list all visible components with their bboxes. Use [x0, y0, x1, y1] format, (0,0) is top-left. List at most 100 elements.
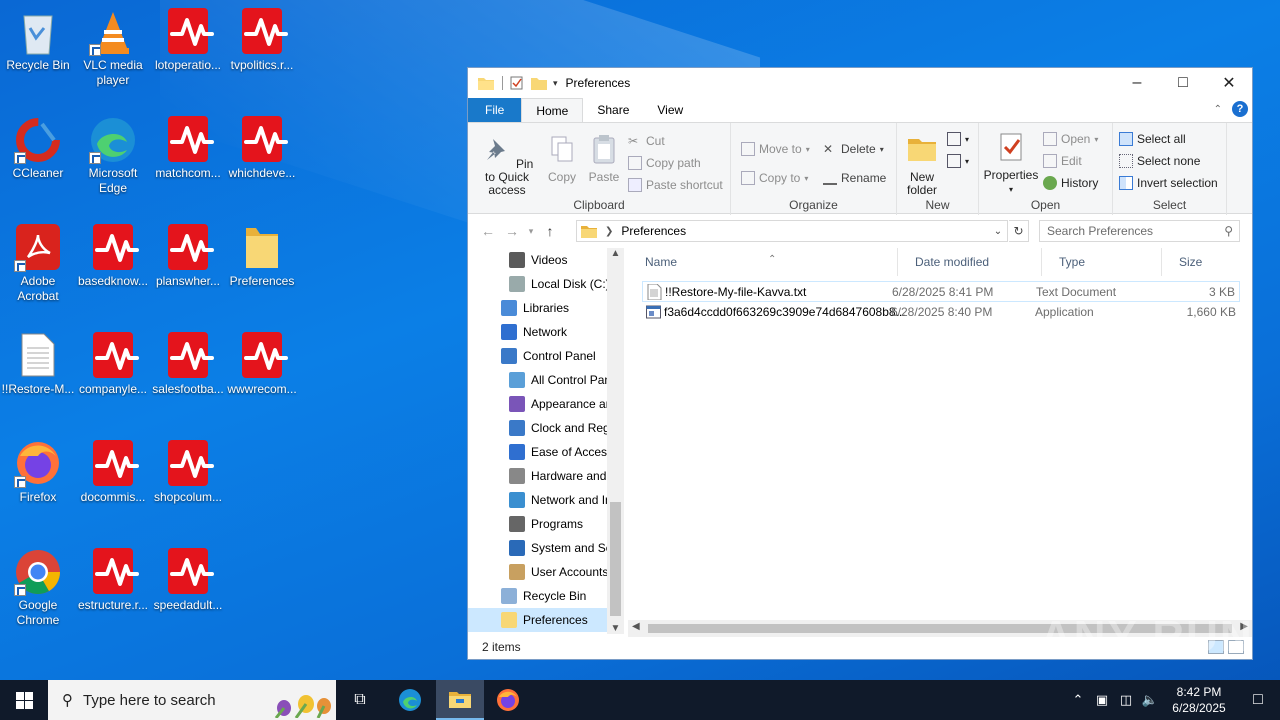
properties-check-icon[interactable]	[509, 76, 525, 90]
nav-item[interactable]: Network	[468, 320, 607, 344]
address-dropdown-icon[interactable]: ⌄	[989, 226, 1007, 237]
nav-item[interactable]: Control Panel	[468, 344, 607, 368]
nav-item[interactable]: Clock and Region	[468, 416, 624, 440]
scroll-left-icon[interactable]: ◀	[632, 621, 640, 632]
help-icon[interactable]: ?	[1232, 101, 1248, 117]
network-icon[interactable]: ◫	[1114, 692, 1138, 708]
desktop-icon[interactable]: planswher...	[150, 218, 226, 289]
desktop-icon[interactable]: companyle...	[75, 326, 151, 397]
desktop-icon[interactable]: speedadult...	[150, 542, 226, 613]
nav-scroll-thumb[interactable]	[610, 502, 621, 616]
nav-item[interactable]: User Accounts	[468, 560, 608, 584]
cut-button[interactable]: ✂ Cut	[628, 131, 665, 151]
tab-view[interactable]: View	[643, 98, 697, 122]
pin-to-quick-access-button[interactable]: Pin to Quick access	[474, 133, 540, 197]
task-view-button[interactable]: ⧉	[336, 680, 384, 720]
open-button[interactable]: Open ▾	[1043, 129, 1098, 149]
copy-to-button[interactable]: Copy to ▾	[741, 168, 808, 188]
volume-icon[interactable]: 🔈	[1138, 692, 1162, 708]
file-row[interactable]: f3a6d4ccdd0f663269c3909e74d6847608b8... …	[642, 302, 1240, 323]
easy-access-button[interactable]: ▾	[947, 151, 969, 171]
new-folder-button[interactable]: New folder	[901, 133, 943, 197]
nav-vertical-scrollbar[interactable]: ▲ ▼	[607, 248, 624, 634]
close-button[interactable]: ✕	[1206, 68, 1252, 98]
desktop-icon[interactable]: Recycle Bin	[0, 2, 76, 73]
qat-dropdown-icon[interactable]: ▾	[553, 78, 558, 89]
nav-item[interactable]: Recycle Bin	[468, 584, 607, 608]
notifications-icon[interactable]: □	[1236, 691, 1280, 709]
rename-button[interactable]: Rename	[823, 168, 886, 188]
desktop-icon[interactable]: Google Chrome	[0, 542, 76, 628]
invert-selection-button[interactable]: Invert selection	[1119, 173, 1218, 193]
desktop-icon[interactable]: VLC media player	[75, 2, 151, 88]
back-button[interactable]: ←	[476, 223, 500, 239]
nav-item[interactable]: Local Disk (C:)	[468, 272, 610, 296]
desktop-icon[interactable]: matchcom...	[150, 110, 226, 181]
new-folder-qat-icon[interactable]	[531, 76, 547, 90]
delete-button[interactable]: ✕ Delete ▾	[823, 139, 884, 159]
desktop-icon[interactable]: !!Restore-M...	[0, 326, 76, 397]
desktop-icon[interactable]: wwwrecom...	[224, 326, 300, 397]
select-all-button[interactable]: Select all	[1119, 129, 1186, 149]
desktop-icon[interactable]: basedknow...	[75, 218, 151, 289]
nav-item[interactable]: Programs	[468, 512, 607, 536]
desktop-icon[interactable]: Preferences	[224, 218, 300, 289]
maximize-button[interactable]: □	[1160, 68, 1206, 98]
copy-button[interactable]: Copy	[544, 133, 580, 184]
nav-item[interactable]: Ease of Access	[468, 440, 613, 464]
desktop-icon[interactable]: Firefox	[0, 434, 76, 505]
address-bar[interactable]: ❯ Preferences ⌄	[576, 220, 1008, 242]
nav-item[interactable]: Network and Internet	[468, 488, 624, 512]
column-date-modified[interactable]: Date modified	[898, 248, 1042, 276]
up-button[interactable]: ↑	[538, 223, 562, 239]
show-hidden-icons-icon[interactable]: ⌃	[1066, 692, 1090, 708]
nav-item[interactable]: Videos	[468, 248, 607, 272]
taskbar-edge-button[interactable]	[386, 680, 434, 720]
recent-locations-icon[interactable]: ▾	[524, 226, 538, 237]
column-name[interactable]: Name ⌃	[628, 248, 898, 276]
taskbar-firefox-button[interactable]	[484, 680, 532, 720]
new-item-button[interactable]: ▾	[947, 129, 969, 149]
refresh-button[interactable]: ↻	[1009, 220, 1029, 242]
desktop-icon[interactable]: Microsoft Edge	[75, 110, 151, 196]
column-size[interactable]: Size	[1162, 248, 1242, 276]
properties-button[interactable]: Properties ▾	[983, 131, 1039, 196]
desktop-icon[interactable]: tvpolitics.r...	[224, 2, 300, 73]
select-none-button[interactable]: Select none	[1119, 151, 1200, 171]
tab-file[interactable]: File	[468, 98, 522, 122]
paste-button[interactable]: Paste	[586, 133, 622, 184]
nav-item[interactable]: Libraries	[468, 296, 607, 320]
move-to-button[interactable]: Move to ▾	[741, 139, 810, 159]
search-box[interactable]: Search Preferences ⚲	[1039, 220, 1240, 242]
tab-share[interactable]: Share	[583, 98, 643, 122]
column-type[interactable]: Type	[1042, 248, 1162, 276]
title-bar[interactable]: ▾ Preferences – □ ✕	[468, 68, 1252, 98]
desktop-icon[interactable]: docommis...	[75, 434, 151, 505]
minimize-button[interactable]: –	[1114, 68, 1160, 98]
collapse-ribbon-icon[interactable]: ⌃	[1214, 104, 1222, 115]
clock[interactable]: 8:42 PM 6/28/2025	[1162, 684, 1236, 716]
edit-button[interactable]: Edit	[1043, 151, 1082, 171]
nav-item[interactable]: System and Security	[468, 536, 624, 560]
desktop-icon[interactable]: salesfootba...	[150, 326, 226, 397]
desktop-icon[interactable]: shopcolum...	[150, 434, 226, 505]
desktop-icon[interactable]: CCleaner	[0, 110, 76, 181]
forward-button[interactable]: →	[500, 223, 524, 239]
file-row[interactable]: !!Restore-My-file-Kavva.txt 6/28/2025 8:…	[642, 281, 1240, 302]
nav-item[interactable]: Preferences	[468, 608, 607, 632]
start-button[interactable]	[0, 680, 48, 720]
scroll-up-icon[interactable]: ▲	[607, 248, 624, 259]
copy-path-button[interactable]: Copy path	[628, 153, 701, 173]
nav-item[interactable]: All Control Panel Items	[468, 368, 624, 392]
history-button[interactable]: History	[1043, 173, 1098, 193]
desktop-icon[interactable]: estructure.r...	[75, 542, 151, 613]
scroll-down-icon[interactable]: ▼	[607, 623, 624, 634]
paste-shortcut-button[interactable]: Paste shortcut	[628, 175, 723, 195]
desktop-icon[interactable]: whichdeve...	[224, 110, 300, 181]
taskbar-search[interactable]: ⚲ Type here to search	[48, 680, 336, 720]
desktop-icon[interactable]: lotoperatio...	[150, 2, 226, 73]
taskbar-explorer-button[interactable]	[436, 680, 484, 720]
desktop-icon[interactable]: Adobe Acrobat	[0, 218, 76, 304]
nav-item[interactable]: Appearance and Personalization	[468, 392, 624, 416]
tab-home[interactable]: Home	[521, 98, 584, 122]
